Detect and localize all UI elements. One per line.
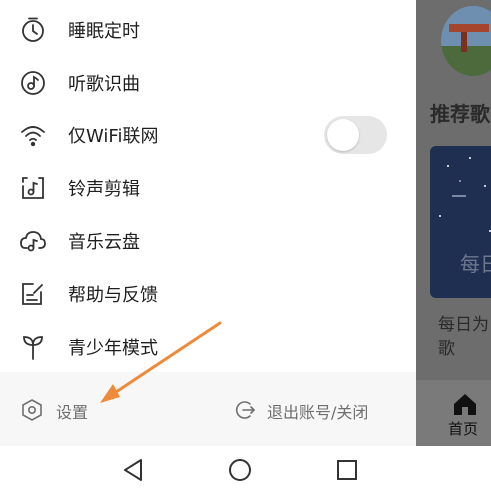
wifi-only-toggle[interactable] bbox=[324, 116, 387, 154]
music-recognition-icon bbox=[19, 69, 47, 97]
card-overlay-text: 每日 bbox=[460, 252, 491, 276]
menu-item-sleep-timer[interactable]: 睡眠定时 bbox=[0, 4, 416, 56]
back-icon[interactable] bbox=[121, 458, 145, 486]
menu-item-cloud-music[interactable]: 音乐云盘 bbox=[0, 215, 416, 267]
daily-recommend-card[interactable]: 每日 bbox=[430, 146, 491, 298]
menu-label: 睡眠定时 bbox=[68, 21, 140, 42]
playlist-cover[interactable] bbox=[441, 6, 491, 76]
side-drawer: 睡眠定时 听歌识曲 仅WiFi联网 铃声剪辑 音乐云盘 帮助与反馈 青少年模式 … bbox=[0, 0, 416, 446]
logout-label: 退出账号/关闭 bbox=[267, 403, 369, 422]
menu-label: 帮助与反馈 bbox=[68, 285, 158, 306]
menu-label: 青少年模式 bbox=[68, 338, 158, 359]
timer-icon bbox=[19, 16, 47, 44]
settings-icon bbox=[20, 398, 44, 426]
menu-label: 听歌识曲 bbox=[68, 74, 140, 95]
background-home-page: 推荐歌 每日 每日为歌 首页 bbox=[416, 0, 491, 446]
wifi-icon bbox=[19, 121, 47, 149]
cloud-music-icon bbox=[19, 227, 47, 255]
drawer-footer: 设置 退出账号/关闭 bbox=[0, 372, 416, 446]
ringtone-edit-icon bbox=[19, 174, 47, 202]
menu-label: 仅WiFi联网 bbox=[68, 126, 159, 147]
system-navigation-bar bbox=[0, 446, 491, 490]
card-title: 每日为歌 bbox=[438, 315, 489, 359]
logout-icon bbox=[233, 398, 257, 426]
logout-close-button[interactable]: 退出账号/关闭 bbox=[233, 396, 403, 422]
home-nav-icon[interactable] bbox=[228, 458, 252, 486]
recent-apps-icon[interactable] bbox=[335, 458, 359, 486]
settings-label: 设置 bbox=[56, 403, 89, 422]
menu-label: 音乐云盘 bbox=[68, 232, 140, 253]
tab-home[interactable]: 首页 bbox=[448, 418, 478, 439]
help-feedback-icon bbox=[19, 280, 47, 308]
menu-item-ringtone-edit[interactable]: 铃声剪辑 bbox=[0, 162, 416, 214]
menu-label: 铃声剪辑 bbox=[68, 179, 140, 200]
section-heading: 推荐歌 bbox=[430, 102, 490, 126]
youth-mode-icon bbox=[19, 333, 47, 361]
menu-item-help-feedback[interactable]: 帮助与反馈 bbox=[0, 268, 416, 320]
bottom-tab-bar: 首页 bbox=[416, 380, 491, 446]
menu-item-youth-mode[interactable]: 青少年模式 bbox=[0, 321, 416, 373]
toggle-knob bbox=[327, 119, 359, 151]
home-icon[interactable] bbox=[452, 392, 478, 420]
menu-item-song-recognition[interactable]: 听歌识曲 bbox=[0, 57, 416, 109]
